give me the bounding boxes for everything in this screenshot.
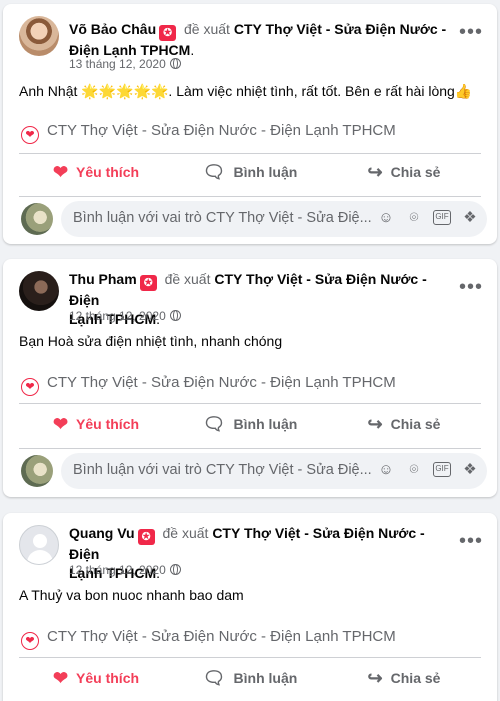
like-label: Yêu thích (76, 670, 140, 686)
like-label: Yêu thích (76, 164, 140, 180)
comment-button[interactable]: 🗨 Bình luận (173, 154, 327, 190)
share-button[interactable]: ↪ Chia sẻ (327, 154, 481, 190)
comment-icon: 🗨 (202, 414, 226, 434)
sticker-icon[interactable]: ❖ (461, 209, 479, 227)
like-label: Yêu thích (76, 416, 140, 432)
emoji-icon[interactable]: ☺ (377, 461, 395, 479)
post-header: Võ Bảo Châu ✪ đề xuất CTY Thợ Việt - Sửa … (3, 4, 497, 64)
heart-icon: ❤ (52, 668, 69, 688)
comment-label: Bình luận (233, 164, 298, 180)
action-text: đề xuất (184, 21, 230, 37)
camera-icon[interactable]: ⌾ (405, 209, 423, 227)
comment-input[interactable]: Bình luận với vai trò CTY Thợ Việt - Sửa… (61, 201, 487, 237)
share-button[interactable]: ↪ Chia sẻ (327, 406, 481, 442)
heart-icon: ❤ (21, 632, 39, 650)
comment-placeholder: Bình luận với vai trò CTY Thợ Việt - Sửa… (73, 210, 372, 226)
share-label: Chia sẻ (390, 416, 441, 432)
gif-icon[interactable]: GIF (433, 210, 451, 225)
heart-icon: ❤ (52, 414, 69, 434)
emoji-icon[interactable]: ☺ (377, 209, 395, 227)
comment-placeholder: Bình luận với vai trò CTY Thợ Việt - Sửa… (73, 462, 372, 478)
action-text: đề xuất (162, 525, 209, 541)
comment-composer: Bình luận với vai trò CTY Thợ Việt - Sửa… (19, 451, 487, 491)
recommend-icon: ✪ (159, 25, 177, 41)
share-button[interactable]: ↪ Chia sẻ (327, 660, 481, 696)
avatar[interactable] (19, 525, 59, 565)
globe-icon (169, 58, 181, 69)
like-button[interactable]: ❤ Yêu thích (19, 154, 173, 190)
author-name[interactable]: Võ Bảo Châu (69, 21, 156, 37)
share-label: Chia sẻ (390, 670, 441, 686)
recommendation-page: CTY Thợ Việt - Sửa Điện Nước - Điện Lạnh… (47, 122, 396, 139)
post-meta: 12 tháng 12, 2020 (69, 563, 181, 577)
action-text: đề xuất (164, 271, 211, 287)
camera-icon[interactable]: ⌾ (405, 461, 423, 479)
comment-label: Bình luận (233, 670, 298, 686)
comment-input[interactable]: Bình luận với vai trò CTY Thợ Việt - Sửa… (61, 453, 487, 489)
avatar[interactable] (19, 16, 59, 56)
page-name-cont[interactable]: Điện Lạnh TPHCM (69, 42, 190, 58)
action-bar: ❤ Yêu thích 🗨 Bình luận ↪ Chia sẻ (19, 660, 481, 696)
post-author-line: Võ Bảo Châu ✪ đề xuất CTY Thợ Việt - Sửa … (69, 21, 447, 58)
share-icon: ↪ (367, 668, 383, 688)
share-icon: ↪ (367, 162, 383, 182)
comment-tools: ☺ ⌾ GIF ❖ (377, 209, 479, 227)
comment-label: Bình luận (233, 416, 298, 432)
comment-icon: 🗨 (202, 668, 226, 688)
commenter-avatar (21, 203, 53, 235)
action-bar: ❤ Yêu thích 🗨 Bình luận ↪ Chia sẻ (19, 406, 481, 442)
heart-icon: ❤ (21, 378, 39, 396)
recommendation-line[interactable]: ❤ CTY Thợ Việt - Sửa Điện Nước - Điện Lạn… (21, 122, 396, 144)
author-name[interactable]: Quang Vu (69, 525, 135, 541)
post-card: Võ Bảo Châu ✪ đề xuất CTY Thợ Việt - Sửa … (3, 4, 497, 244)
recommendation-page: CTY Thợ Việt - Sửa Điện Nước - Điện Lạnh… (47, 374, 396, 391)
globe-icon (169, 564, 181, 575)
divider (19, 657, 481, 658)
recommend-icon: ✪ (139, 275, 157, 291)
comment-button[interactable]: 🗨 Bình luận (173, 406, 327, 442)
recommendation-line[interactable]: ❤ CTY Thợ Việt - Sửa Điện Nước - Điện Lạn… (21, 374, 396, 396)
gif-icon[interactable]: GIF (433, 462, 451, 477)
share-icon: ↪ (367, 414, 383, 434)
recommend-icon: ✪ (137, 529, 155, 545)
commenter-avatar (21, 455, 53, 487)
post-text: Anh Nhật 🌟🌟🌟🌟🌟. Làm việc nhiệt tình, rất… (19, 83, 473, 99)
comment-composer: Bình luận với vai trò CTY Thợ Việt - Sửa… (19, 199, 487, 239)
page-name[interactable]: CTY Thợ Việt - Sửa Điện Nước - (234, 21, 446, 37)
divider (19, 403, 481, 404)
heart-icon: ❤ (21, 126, 39, 144)
recommendation-line[interactable]: ❤ CTY Thợ Việt - Sửa Điện Nước - Điện Lạn… (21, 628, 396, 650)
recommendation-page: CTY Thợ Việt - Sửa Điện Nước - Điện Lạnh… (47, 628, 396, 645)
post-date[interactable]: 13 tháng 12, 2020 (69, 57, 166, 71)
divider (19, 448, 481, 449)
comment-icon: 🗨 (202, 162, 226, 182)
post-card: Thu Pham ✪ đề xuất CTY Thợ Việt - Sửa Điệ… (3, 259, 497, 497)
more-options-icon[interactable]: ••• (459, 22, 483, 42)
post-meta: 12 tháng 12, 2020 (69, 309, 181, 323)
action-bar: ❤ Yêu thích 🗨 Bình luận ↪ Chia sẻ (19, 154, 481, 190)
post-date[interactable]: 12 tháng 12, 2020 (69, 309, 166, 323)
sticker-icon[interactable]: ❖ (461, 461, 479, 479)
divider (19, 196, 481, 197)
post-text: Bạn Hoà sửa điện nhiệt tình, nhanh chóng (19, 333, 283, 349)
more-options-icon[interactable]: ••• (459, 531, 483, 551)
more-options-icon[interactable]: ••• (459, 277, 483, 297)
heart-icon: ❤ (52, 162, 69, 182)
post-date[interactable]: 12 tháng 12, 2020 (69, 563, 166, 577)
post-meta: 13 tháng 12, 2020 (69, 57, 181, 71)
avatar[interactable] (19, 271, 59, 311)
globe-icon (169, 310, 181, 321)
comment-tools: ☺ ⌾ GIF ❖ (377, 461, 479, 479)
share-label: Chia sẻ (390, 164, 441, 180)
author-name[interactable]: Thu Pham (69, 271, 137, 287)
like-button[interactable]: ❤ Yêu thích (19, 406, 173, 442)
comment-button[interactable]: 🗨 Bình luận (173, 660, 327, 696)
post-text: A Thuỷ va bon nuoc nhanh bao dam (19, 587, 244, 603)
like-button[interactable]: ❤ Yêu thích (19, 660, 173, 696)
post-card: Quang Vu ✪ đề xuất CTY Thợ Việt - Sửa Điệ… (3, 513, 497, 701)
